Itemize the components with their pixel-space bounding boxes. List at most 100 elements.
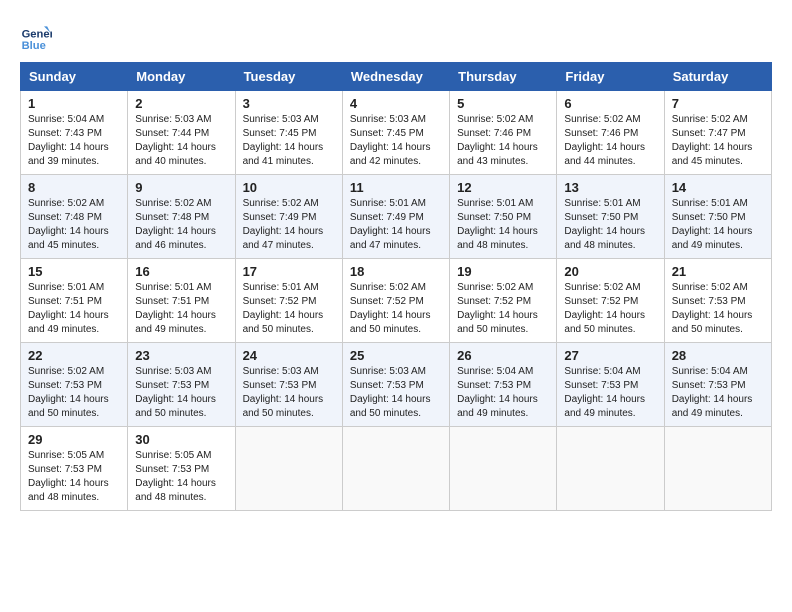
sunset-value: 7:49 PM <box>279 212 316 223</box>
daylight-label: Daylight: 14 hours and 48 minutes. <box>135 478 216 503</box>
day-info: Sunrise: 5:03 AM Sunset: 7:53 PM Dayligh… <box>135 365 227 421</box>
day-info: Sunrise: 5:04 AM Sunset: 7:43 PM Dayligh… <box>28 113 120 169</box>
day-info: Sunrise: 5:02 AM Sunset: 7:52 PM Dayligh… <box>564 281 656 337</box>
calendar-cell: 14 Sunrise: 5:01 AM Sunset: 7:50 PM Dayl… <box>664 175 771 259</box>
sunset-label: Sunset: <box>243 380 280 391</box>
sunset-label: Sunset: <box>564 128 601 139</box>
sunset-value: 7:53 PM <box>387 380 424 391</box>
sunset-label: Sunset: <box>564 212 601 223</box>
sunset-value: 7:52 PM <box>601 296 638 307</box>
calendar-header-friday: Friday <box>557 63 664 91</box>
svg-text:General: General <box>22 29 52 41</box>
calendar-cell: 5 Sunrise: 5:02 AM Sunset: 7:46 PM Dayli… <box>450 91 557 175</box>
calendar-header-saturday: Saturday <box>664 63 771 91</box>
daylight-label: Daylight: 14 hours and 50 minutes. <box>564 310 645 335</box>
day-info: Sunrise: 5:03 AM Sunset: 7:53 PM Dayligh… <box>350 365 442 421</box>
sunrise-value: 5:04 AM <box>604 366 641 377</box>
day-info: Sunrise: 5:02 AM Sunset: 7:48 PM Dayligh… <box>135 197 227 253</box>
sunset-label: Sunset: <box>672 296 709 307</box>
day-number: 8 <box>28 180 120 195</box>
day-info: Sunrise: 5:03 AM Sunset: 7:44 PM Dayligh… <box>135 113 227 169</box>
sunset-label: Sunset: <box>28 212 65 223</box>
sunrise-value: 5:01 AM <box>389 198 426 209</box>
daylight-label: Daylight: 14 hours and 39 minutes. <box>28 142 109 167</box>
sunset-value: 7:53 PM <box>708 296 745 307</box>
sunrise-value: 5:04 AM <box>497 366 534 377</box>
calendar-cell: 12 Sunrise: 5:01 AM Sunset: 7:50 PM Dayl… <box>450 175 557 259</box>
sunrise-value: 5:01 AM <box>67 282 104 293</box>
calendar-cell: 20 Sunrise: 5:02 AM Sunset: 7:52 PM Dayl… <box>557 259 664 343</box>
day-number: 30 <box>135 432 227 447</box>
daylight-label: Daylight: 14 hours and 50 minutes. <box>243 394 324 419</box>
sunrise-label: Sunrise: <box>564 198 603 209</box>
sunset-label: Sunset: <box>135 212 172 223</box>
daylight-label: Daylight: 14 hours and 46 minutes. <box>135 226 216 251</box>
day-number: 21 <box>672 264 764 279</box>
sunset-value: 7:50 PM <box>494 212 531 223</box>
day-info: Sunrise: 5:03 AM Sunset: 7:45 PM Dayligh… <box>243 113 335 169</box>
day-info: Sunrise: 5:02 AM Sunset: 7:53 PM Dayligh… <box>672 281 764 337</box>
daylight-label: Daylight: 14 hours and 49 minutes. <box>672 394 753 419</box>
sunrise-label: Sunrise: <box>28 450 67 461</box>
daylight-label: Daylight: 14 hours and 45 minutes. <box>672 142 753 167</box>
sunset-label: Sunset: <box>243 212 280 223</box>
sunrise-value: 5:01 AM <box>497 198 534 209</box>
sunrise-value: 5:02 AM <box>497 282 534 293</box>
calendar-cell: 3 Sunrise: 5:03 AM Sunset: 7:45 PM Dayli… <box>235 91 342 175</box>
sunset-value: 7:52 PM <box>387 296 424 307</box>
sunrise-label: Sunrise: <box>457 114 496 125</box>
sunrise-value: 5:02 AM <box>604 282 641 293</box>
day-number: 25 <box>350 348 442 363</box>
sunset-value: 7:53 PM <box>494 380 531 391</box>
day-number: 1 <box>28 96 120 111</box>
sunrise-label: Sunrise: <box>135 114 174 125</box>
page-header: General Blue <box>20 20 772 52</box>
sunset-label: Sunset: <box>243 296 280 307</box>
calendar-week-1: 1 Sunrise: 5:04 AM Sunset: 7:43 PM Dayli… <box>21 91 772 175</box>
svg-text:Blue: Blue <box>22 40 46 52</box>
sunrise-value: 5:02 AM <box>497 114 534 125</box>
day-number: 4 <box>350 96 442 111</box>
day-info: Sunrise: 5:01 AM Sunset: 7:51 PM Dayligh… <box>135 281 227 337</box>
day-number: 24 <box>243 348 335 363</box>
sunrise-label: Sunrise: <box>243 198 282 209</box>
daylight-label: Daylight: 14 hours and 49 minutes. <box>28 310 109 335</box>
day-info: Sunrise: 5:02 AM Sunset: 7:52 PM Dayligh… <box>457 281 549 337</box>
sunrise-value: 5:02 AM <box>67 366 104 377</box>
sunrise-value: 5:03 AM <box>175 114 212 125</box>
calendar-cell: 19 Sunrise: 5:02 AM Sunset: 7:52 PM Dayl… <box>450 259 557 343</box>
day-number: 26 <box>457 348 549 363</box>
calendar-cell: 10 Sunrise: 5:02 AM Sunset: 7:49 PM Dayl… <box>235 175 342 259</box>
sunset-value: 7:44 PM <box>172 128 209 139</box>
day-number: 11 <box>350 180 442 195</box>
calendar-header-row: SundayMondayTuesdayWednesdayThursdayFrid… <box>21 63 772 91</box>
sunset-label: Sunset: <box>672 212 709 223</box>
daylight-label: Daylight: 14 hours and 50 minutes. <box>28 394 109 419</box>
day-info: Sunrise: 5:04 AM Sunset: 7:53 PM Dayligh… <box>457 365 549 421</box>
day-number: 22 <box>28 348 120 363</box>
sunset-label: Sunset: <box>457 212 494 223</box>
sunrise-value: 5:01 AM <box>711 198 748 209</box>
calendar-cell: 17 Sunrise: 5:01 AM Sunset: 7:52 PM Dayl… <box>235 259 342 343</box>
day-number: 6 <box>564 96 656 111</box>
sunset-label: Sunset: <box>564 296 601 307</box>
day-info: Sunrise: 5:03 AM Sunset: 7:53 PM Dayligh… <box>243 365 335 421</box>
daylight-label: Daylight: 14 hours and 42 minutes. <box>350 142 431 167</box>
calendar-header-monday: Monday <box>128 63 235 91</box>
sunrise-value: 5:04 AM <box>67 114 104 125</box>
calendar-cell: 25 Sunrise: 5:03 AM Sunset: 7:53 PM Dayl… <box>342 343 449 427</box>
daylight-label: Daylight: 14 hours and 47 minutes. <box>243 226 324 251</box>
sunset-value: 7:53 PM <box>65 464 102 475</box>
sunset-label: Sunset: <box>564 380 601 391</box>
sunrise-label: Sunrise: <box>457 366 496 377</box>
sunset-value: 7:53 PM <box>65 380 102 391</box>
calendar-cell: 18 Sunrise: 5:02 AM Sunset: 7:52 PM Dayl… <box>342 259 449 343</box>
sunset-value: 7:53 PM <box>601 380 638 391</box>
calendar-cell: 27 Sunrise: 5:04 AM Sunset: 7:53 PM Dayl… <box>557 343 664 427</box>
day-info: Sunrise: 5:05 AM Sunset: 7:53 PM Dayligh… <box>135 449 227 505</box>
sunrise-label: Sunrise: <box>564 114 603 125</box>
calendar-cell: 13 Sunrise: 5:01 AM Sunset: 7:50 PM Dayl… <box>557 175 664 259</box>
daylight-label: Daylight: 14 hours and 49 minutes. <box>564 394 645 419</box>
day-number: 10 <box>243 180 335 195</box>
daylight-label: Daylight: 14 hours and 50 minutes. <box>350 394 431 419</box>
